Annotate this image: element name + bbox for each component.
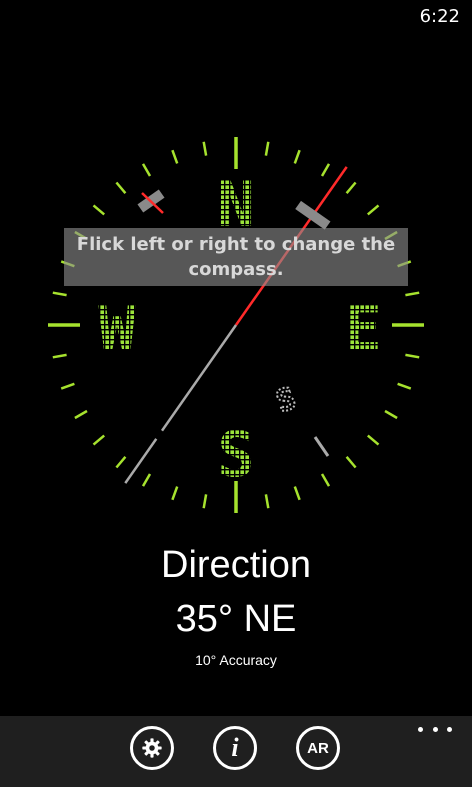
compass-tick [293, 149, 301, 164]
info-icon: i [231, 733, 239, 762]
compass-tick [405, 353, 420, 359]
compass-tick [202, 494, 208, 509]
compass-tick [345, 455, 357, 469]
gear-icon [142, 738, 162, 758]
ellipsis-icon[interactable] [418, 722, 452, 736]
direction-label: Direction [161, 544, 311, 586]
compass-tick [320, 163, 331, 177]
compass-tick [405, 291, 420, 297]
compass-tick [171, 149, 179, 164]
ellipsis-dot [418, 726, 423, 732]
compass-tick [141, 163, 152, 177]
compass-tick [345, 181, 357, 195]
settings-button[interactable] [130, 726, 174, 770]
needle-head-marker [137, 189, 165, 214]
compass-tick [92, 434, 106, 446]
compass-tick [52, 291, 67, 297]
hint-banner[interactable]: Flick left or right to change the compas… [64, 228, 408, 286]
compass-tick [264, 494, 270, 509]
ellipsis-dot [447, 726, 452, 732]
compass-tick [202, 141, 208, 156]
direction-value: 35° NE [175, 598, 297, 640]
compass-tick [52, 353, 67, 359]
rotated-south-marker: S [272, 381, 300, 420]
ar-button[interactable]: AR [296, 726, 340, 770]
ar-button-label: AR [307, 739, 329, 757]
app-bar: i AR [0, 716, 472, 787]
cardinal-east: E [344, 292, 381, 365]
compass-tick [366, 434, 380, 446]
compass-tick [60, 382, 75, 390]
compass-tick [264, 141, 270, 156]
compass-tick [320, 473, 331, 487]
compass-tick [397, 382, 412, 390]
needle-tail-mark [313, 436, 330, 457]
cardinal-south: S [217, 418, 254, 491]
compass-tick [115, 181, 127, 195]
compass-tick [293, 486, 301, 501]
compass-tick [384, 409, 398, 420]
accuracy-label: 10° Accuracy [195, 652, 277, 668]
compass-tick [171, 486, 179, 501]
compass-tick [74, 409, 88, 420]
compass-tick [141, 473, 152, 487]
compass-tick [115, 455, 127, 469]
compass-tick [366, 204, 380, 216]
cardinal-west: W [98, 292, 136, 365]
info-button[interactable]: i [213, 726, 257, 770]
ellipsis-dot [432, 726, 438, 732]
compass-tick [92, 204, 106, 216]
